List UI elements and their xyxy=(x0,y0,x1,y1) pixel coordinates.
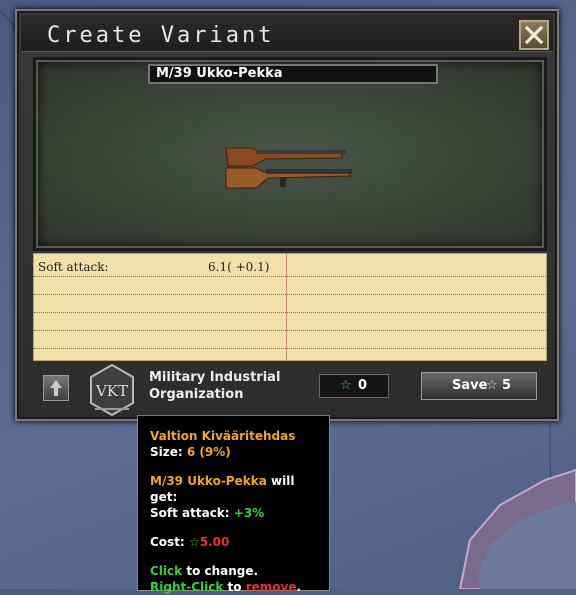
tooltip-bonus: Soft attack: +3% xyxy=(150,506,265,520)
close-icon xyxy=(524,25,544,45)
arrow-up-icon xyxy=(50,380,62,396)
variant-name-input[interactable]: M/39 Ukko-Pekka xyxy=(148,64,438,84)
create-variant-window: Create Variant M/39 Ukko-Pekka Soft atta… xyxy=(15,9,559,421)
stats-sheet: Soft attack: 6.1( +0.1) xyxy=(33,253,547,361)
mio-badge-icon[interactable]: VKT xyxy=(85,363,139,417)
tooltip-cost: Cost: ☆5.00 xyxy=(150,535,230,549)
save-button[interactable]: Save ☆ 5 xyxy=(421,372,537,400)
design-cost-display: ☆ 0 xyxy=(319,374,389,398)
tooltip-size: Size: 6 (9%) xyxy=(150,445,231,459)
stat-value-soft-attack: 6.1( +0.1) xyxy=(208,260,270,274)
weapon-preview-panel: M/39 Ukko-Pekka xyxy=(33,57,547,251)
window-title: Create Variant xyxy=(47,23,275,48)
save-label: Save xyxy=(452,378,488,393)
close-button[interactable] xyxy=(519,20,549,50)
bottom-bar: VKT Military Industrial Organization ☆ 0… xyxy=(21,363,553,417)
stat-label-soft-attack: Soft attack: xyxy=(38,260,109,274)
mio-label: Military Industrial Organization xyxy=(149,370,281,402)
design-cost-value: 0 xyxy=(358,378,368,393)
tooltip-org-name: Valtion Kivääritehdas xyxy=(150,429,296,443)
star-icon: ☆ xyxy=(486,378,498,393)
star-icon: ☆ xyxy=(188,535,200,549)
tooltip-click-hint: Click to change. xyxy=(150,564,259,578)
title-bar: Create Variant xyxy=(21,15,553,52)
mio-tooltip: Valtion Kivääritehdas Size: 6 (9%) M/39 … xyxy=(137,415,330,594)
star-icon: ☆ xyxy=(340,378,352,393)
tooltip-right-click-hint: Right-Click to remove. xyxy=(150,580,302,594)
mio-badge-text: VKT xyxy=(95,382,128,400)
rifle-icon xyxy=(225,147,352,189)
save-cost: 5 xyxy=(502,378,512,393)
upgrade-button[interactable] xyxy=(43,375,69,401)
tooltip-variant-line: M/39 Ukko-Pekka will get: xyxy=(150,474,295,504)
